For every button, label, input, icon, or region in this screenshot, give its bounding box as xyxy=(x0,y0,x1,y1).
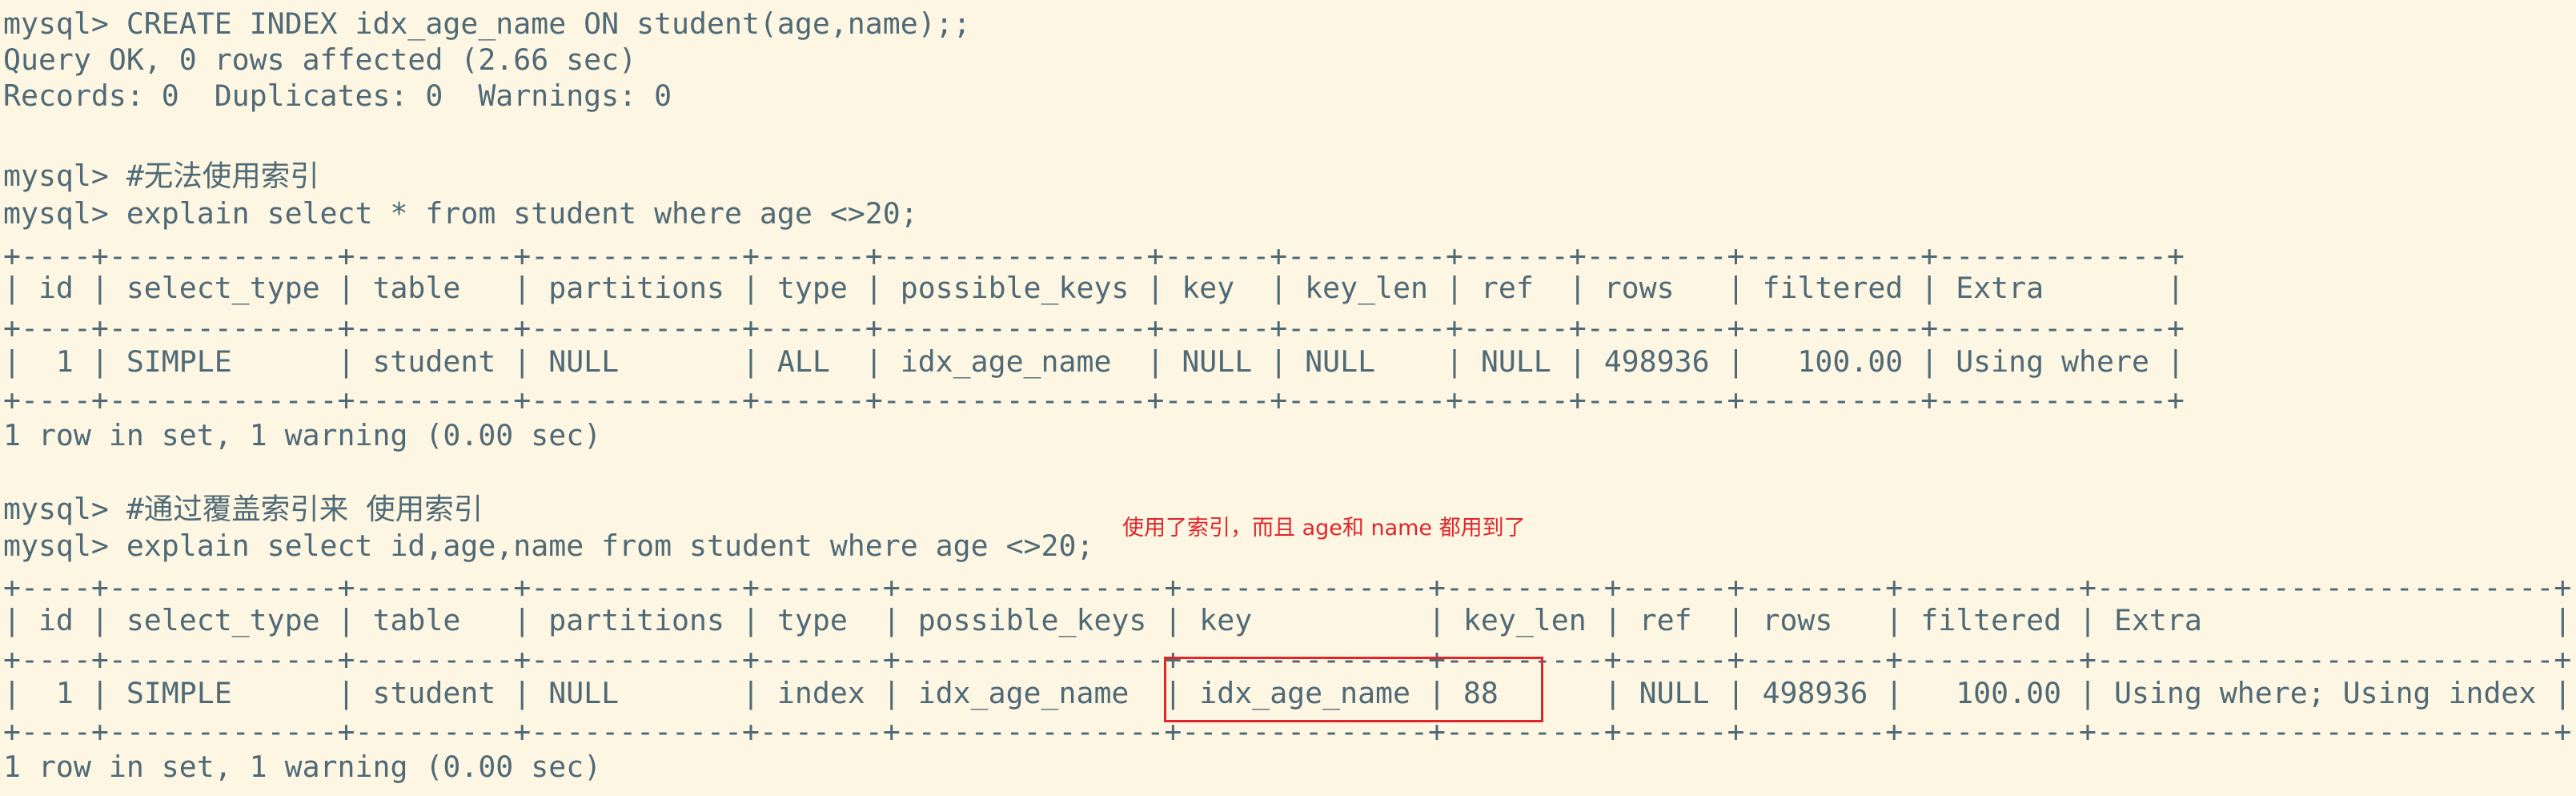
terminal-line: 1 row in set, 1 warning (0.00 sec) xyxy=(3,418,602,452)
table-border: +----+-------------+---------+----------… xyxy=(3,311,2185,345)
terminal-line: mysql> CREATE INDEX idx_age_name ON stud… xyxy=(3,6,971,41)
table-border: +----+-------------+---------+----------… xyxy=(3,570,2572,605)
terminal-line: 1 row in set, 1 warning (0.00 sec) xyxy=(3,750,602,784)
table-row: | 1 | SIMPLE | student | NULL | ALL | id… xyxy=(3,344,2185,379)
table-border: +----+-------------+---------+----------… xyxy=(3,383,2185,417)
table-header-row: | id | select_type | table | partitions … xyxy=(3,271,2185,305)
terminal-line: mysql> explain select id,age,name from s… xyxy=(3,529,1094,563)
table-header-row: | id | select_type | table | partitions … xyxy=(3,603,2572,637)
terminal-line: Records: 0 Duplicates: 0 Warnings: 0 xyxy=(3,78,672,113)
terminal-line: mysql> explain select * from student whe… xyxy=(3,196,918,231)
annotation-note: 使用了索引，而且 age和 name 都用到了 xyxy=(1122,516,1526,541)
terminal-line: mysql> #无法使用索引 xyxy=(3,159,319,193)
annotation-highlight-box xyxy=(1164,657,1543,722)
terminal-line: Query OK, 0 rows affected (2.66 sec) xyxy=(3,42,637,77)
table-border: +----+-------------+---------+----------… xyxy=(3,239,2185,273)
terminal-line: mysql> #通过覆盖索引来 使用索引 xyxy=(3,492,484,526)
